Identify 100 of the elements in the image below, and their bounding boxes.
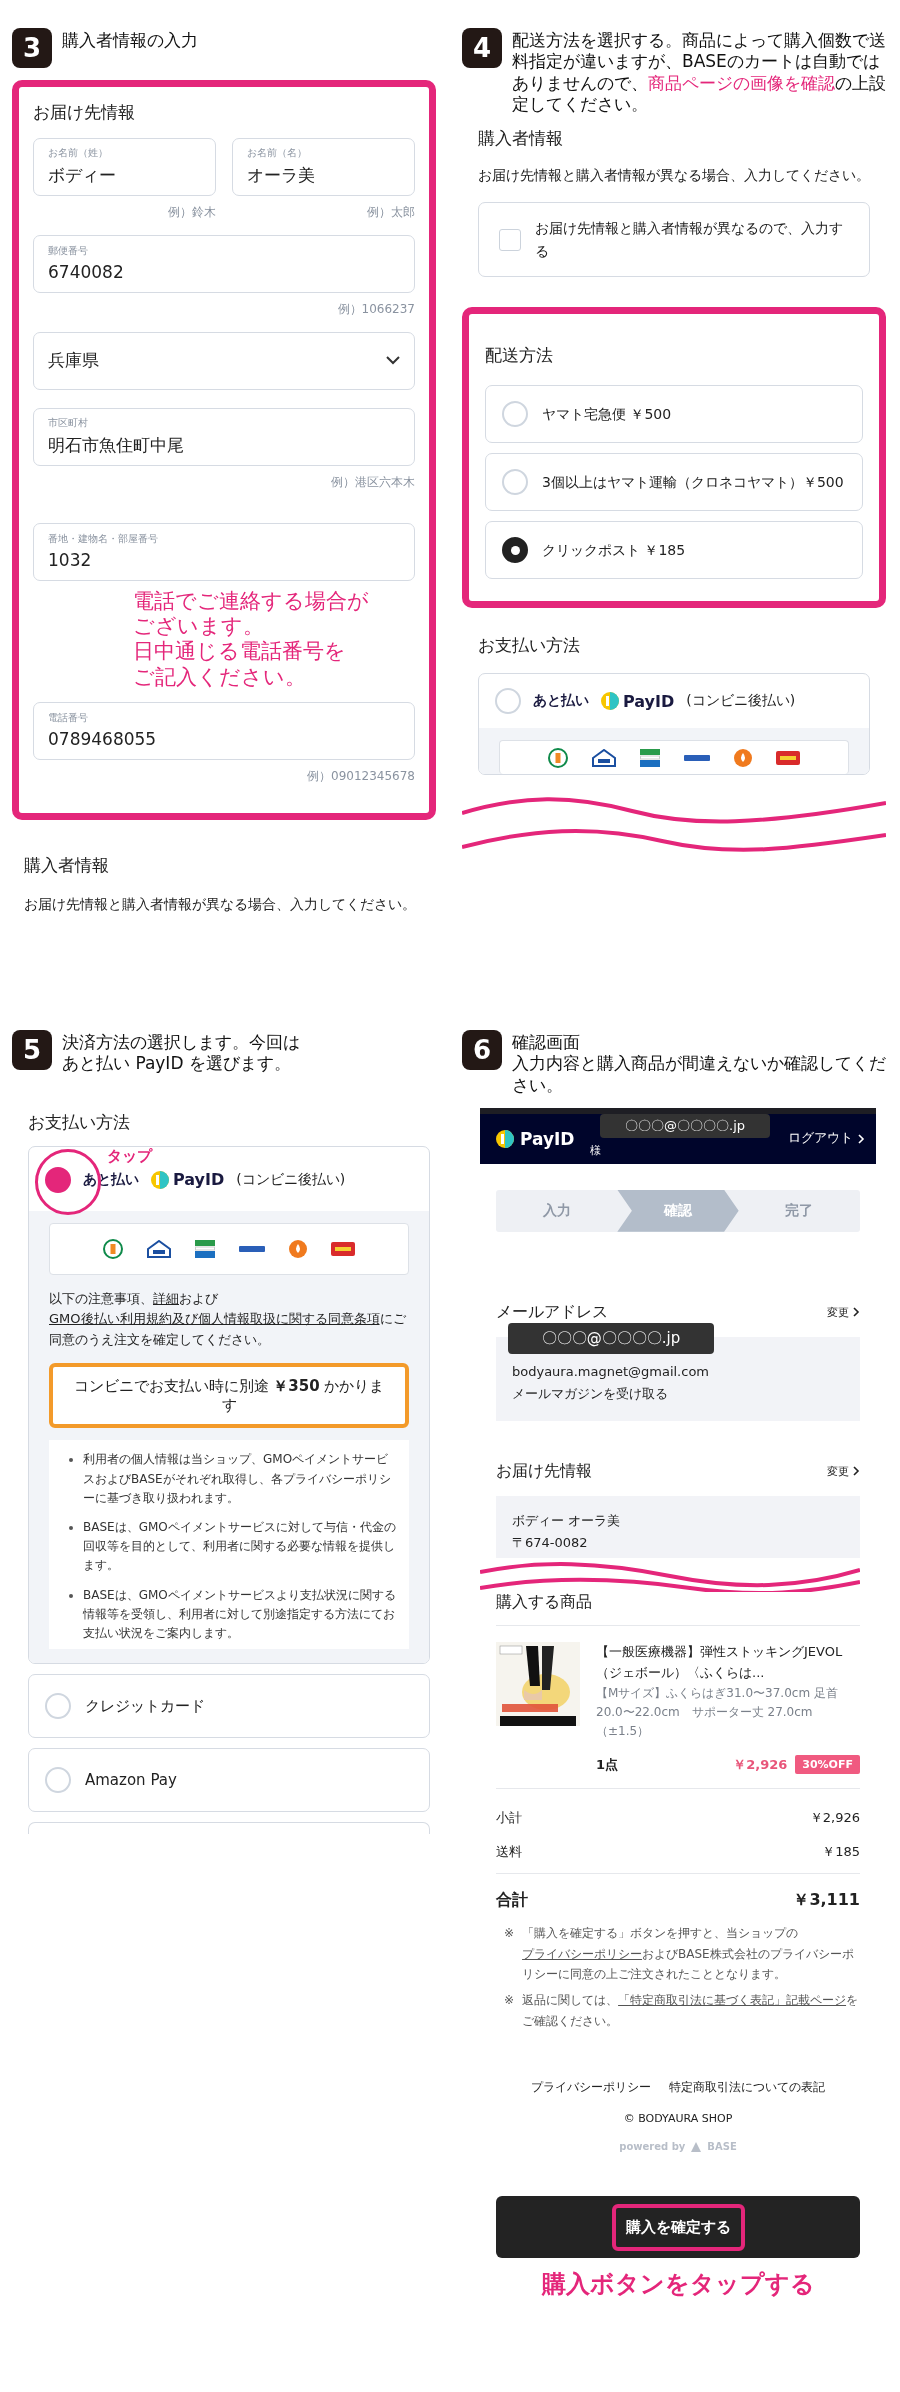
- change-link[interactable]: 変更: [827, 1304, 860, 1320]
- store-logo-icon: [103, 1238, 123, 1259]
- payid-logo-icon: [601, 692, 619, 711]
- note-text: 「購入を確定する」ボタンを押すと、当ショップの プライバシーポリシーおよびBASE株式会社のプライバシーポリシーに同意の上ご注文されたこととなります。: [522, 1925, 855, 1984]
- payment-note: (コンビニ後払い): [236, 1170, 346, 1189]
- total-label: 合計: [496, 1890, 528, 1912]
- shipping-option[interactable]: 3個以上はヤマト運輸（クロネコヤマト）￥500: [485, 453, 863, 512]
- store-logo-icon: [548, 747, 568, 768]
- store-logo-icon: [331, 1241, 355, 1256]
- section-title: 購入者情報: [24, 853, 110, 877]
- store-logo-icon: [289, 1239, 307, 1258]
- section-title: お届け先情報: [496, 1460, 592, 1482]
- product-variant: 【Mサイズ】ふくらはぎ31.0〜37.0cm 足首20.0〜22.0cm サポーター丈 27.0cm（±1.5）: [596, 1684, 839, 1741]
- section-description: お届け先情報と購入者情報が異なる場合、入力してください。: [24, 894, 417, 914]
- payment-option[interactable]: あと払い PayID (コンビニ後払い): [478, 673, 870, 776]
- policy-link[interactable]: 「特定商取引法に基づく表記」記載ページ: [618, 1993, 847, 2008]
- footer-link[interactable]: プライバシーポリシー: [531, 2079, 651, 2097]
- instruction-text: 購入ボタンをタップする: [540, 2269, 816, 2301]
- store-logo-icon: [684, 754, 710, 761]
- prefecture-select[interactable]: 兵庫県: [33, 332, 415, 390]
- summary-label: 送料: [496, 1843, 522, 1862]
- notice-item: BASEは、GMOペイメントサービスより支払状況に関する情報等を受領し、利用者に対して別途指定する方法にてお支払い状況をご案内します。: [83, 1586, 397, 1642]
- payment-option[interactable]: Amazon Pay: [28, 1748, 430, 1813]
- step-caption: 配送方法を選択する。商品によって購入個数で送料指定が違いますが、BASEのカートは自動ではありませんので、商品ページの画像を確認の上設定してください。: [512, 29, 886, 115]
- notice-text: 以下の注意事項、詳細および GMO後払い利用規約及び個人情報取扱に関する同意条項にご同意のうえ注文を確定してください。: [49, 1289, 407, 1350]
- chevron-right-icon: [857, 1133, 865, 1144]
- section-title: 配送方法: [485, 344, 554, 368]
- step-number-badge: 4: [462, 28, 502, 68]
- example-hint: 例）1066237: [336, 301, 415, 318]
- change-link[interactable]: 変更: [827, 1463, 860, 1479]
- email-detail: bodyaura.magnet@gmail.com: [512, 1362, 711, 1381]
- masked-email: 〇〇〇@〇〇〇〇.jp: [600, 1113, 770, 1138]
- example-hint: 例）太郎: [366, 204, 415, 221]
- honorific-text: 様: [590, 1142, 602, 1158]
- store-logo-icon: [195, 1239, 215, 1258]
- chevron-right-icon: [852, 1466, 860, 1477]
- terms-link[interactable]: GMO後払い利用規約及び個人情報取扱に関する同意条項: [49, 1311, 380, 1327]
- payid-brand: PayID: [623, 691, 675, 711]
- section-title: お届け先情報: [33, 101, 136, 124]
- email-detail: メールマガジンを受け取る: [512, 1384, 669, 1403]
- progress-step: 入力: [496, 1189, 618, 1232]
- copyright-text: © BODYAURA SHOP: [623, 2112, 733, 2126]
- payid-logo-icon: [151, 1170, 169, 1189]
- store-logo-icon: [239, 1245, 265, 1252]
- chevron-right-icon: [852, 1307, 860, 1318]
- summary-value: ￥2,926: [809, 1809, 860, 1828]
- progress-step: 確認: [617, 1189, 739, 1232]
- footer-link[interactable]: 特定商取引法についての表記: [669, 2079, 825, 2097]
- input-field[interactable]: 郵便番号 6740082: [33, 235, 415, 293]
- payid-logo-icon: [496, 1129, 514, 1148]
- policy-link[interactable]: プライバシーポリシー: [522, 1946, 643, 1961]
- product-title: 【一般医療機器】弾性ストッキングJEVOL（ジェボール）〈ふくらは...: [596, 1643, 844, 1682]
- total-value: ￥3,111: [793, 1890, 860, 1912]
- payment-prefix: あと払い: [533, 692, 589, 711]
- example-hint: 例）鈴木: [167, 204, 216, 221]
- section-title: 購入者情報: [478, 127, 564, 150]
- terms-link[interactable]: 詳細: [153, 1290, 179, 1306]
- input-field[interactable]: お名前（名） オーラ美: [232, 138, 415, 196]
- payment-option[interactable]: クレジットカード: [28, 1674, 430, 1739]
- progress-step: 完了: [738, 1189, 860, 1232]
- step-number-badge: 6: [462, 1030, 502, 1070]
- section-description: お届け先情報と購入者情報が異なる場合、入力してください。: [478, 166, 870, 185]
- store-logo-icon: [592, 748, 616, 767]
- note-text: 返品に関しては、「特定商取引法に基づく表記」記載ページをご確認ください。: [522, 1992, 860, 2030]
- logout-link[interactable]: ログアウト: [788, 1130, 866, 1148]
- input-field[interactable]: お名前（姓） ボディー: [33, 138, 216, 196]
- shipping-option[interactable]: ヤマト宅急便 ￥500: [485, 385, 863, 444]
- section-title: メールアドレス: [496, 1301, 608, 1323]
- quantity: 1点: [596, 1755, 619, 1774]
- summary-value: ￥185: [822, 1843, 860, 1862]
- masked-email: 〇〇〇@〇〇〇〇.jp: [508, 1322, 714, 1355]
- step-caption: 購入者情報の入力: [62, 29, 198, 52]
- store-logo-icon: [147, 1239, 171, 1258]
- shipping-option[interactable]: クリックポスト ￥185: [485, 521, 863, 580]
- note-mark: ※: [504, 1925, 515, 1943]
- payment-note: (コンビニ後払い): [686, 692, 796, 711]
- input-field[interactable]: 番地・建物名・部屋番号 1032: [33, 523, 415, 581]
- fee-notice: コンビニでお支払い時に別途 ￥350 かかります: [49, 1362, 409, 1429]
- chevron-down-icon: [386, 355, 400, 365]
- payid-brand: PayID: [173, 1170, 225, 1189]
- input-field[interactable]: 市区町村 明石市魚住町中尾: [33, 408, 415, 466]
- store-logo-icon: [640, 748, 660, 767]
- bullet-icon: [69, 1458, 73, 1463]
- store-logo-icon: [776, 750, 800, 765]
- example-hint: 例）09012345678: [306, 767, 415, 785]
- checkbox[interactable]: [499, 228, 521, 251]
- powered-by-text: powered by: [619, 2141, 686, 2153]
- address-line: ボディー オーラ美: [512, 1511, 622, 1530]
- example-hint: 例）港区六本木: [330, 474, 415, 491]
- bullet-icon: [69, 1593, 73, 1598]
- section-title: お支払い方法: [28, 1110, 131, 1134]
- payment-option[interactable]: [28, 1145, 430, 1665]
- radio-button[interactable]: [502, 537, 528, 564]
- step-caption: 確認画面 入力内容と購入商品が間違えないか確認してください。: [512, 1031, 886, 1096]
- confirm-purchase-button[interactable]: 購入を確定する: [611, 2203, 745, 2251]
- input-field[interactable]: 電話番号 0789468055: [33, 701, 415, 760]
- section-title: お支払い方法: [478, 634, 581, 658]
- bullet-icon: [69, 1525, 73, 1530]
- price: ￥2,926: [733, 1755, 788, 1774]
- radio-button[interactable]: [45, 1166, 71, 1193]
